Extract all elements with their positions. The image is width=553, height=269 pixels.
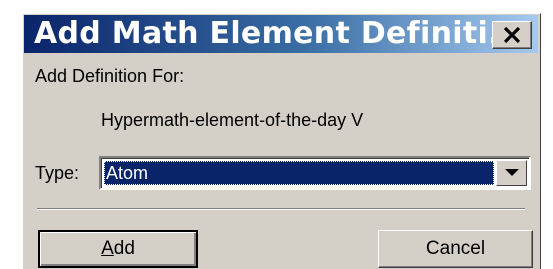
type-select-value[interactable]: Atom [104,161,494,185]
add-button[interactable]: Add [38,230,198,268]
element-name: Hypermath-element-of-the-day V [101,110,364,130]
cancel-button[interactable]: Cancel [378,230,533,268]
window-title: Add Math Element Definiti... [34,16,524,51]
chevron-down-icon [504,169,519,176]
cancel-button-label: Cancel [425,238,486,259]
type-label: Type: [35,163,80,183]
close-button[interactable] [492,21,532,49]
add-button-mnemonic: A [101,238,114,259]
title-bar[interactable]: Add Math Element Definiti... [24,15,538,53]
separator [37,208,525,210]
close-icon [503,27,521,43]
type-select[interactable]: Atom [99,156,531,190]
definition-heading: Add Definition For: [35,66,185,86]
add-button-label: dd [113,238,135,259]
add-definition-dialog: Add Math Element Definiti... Add Definit… [22,13,541,269]
type-dropdown-button[interactable] [496,160,527,186]
